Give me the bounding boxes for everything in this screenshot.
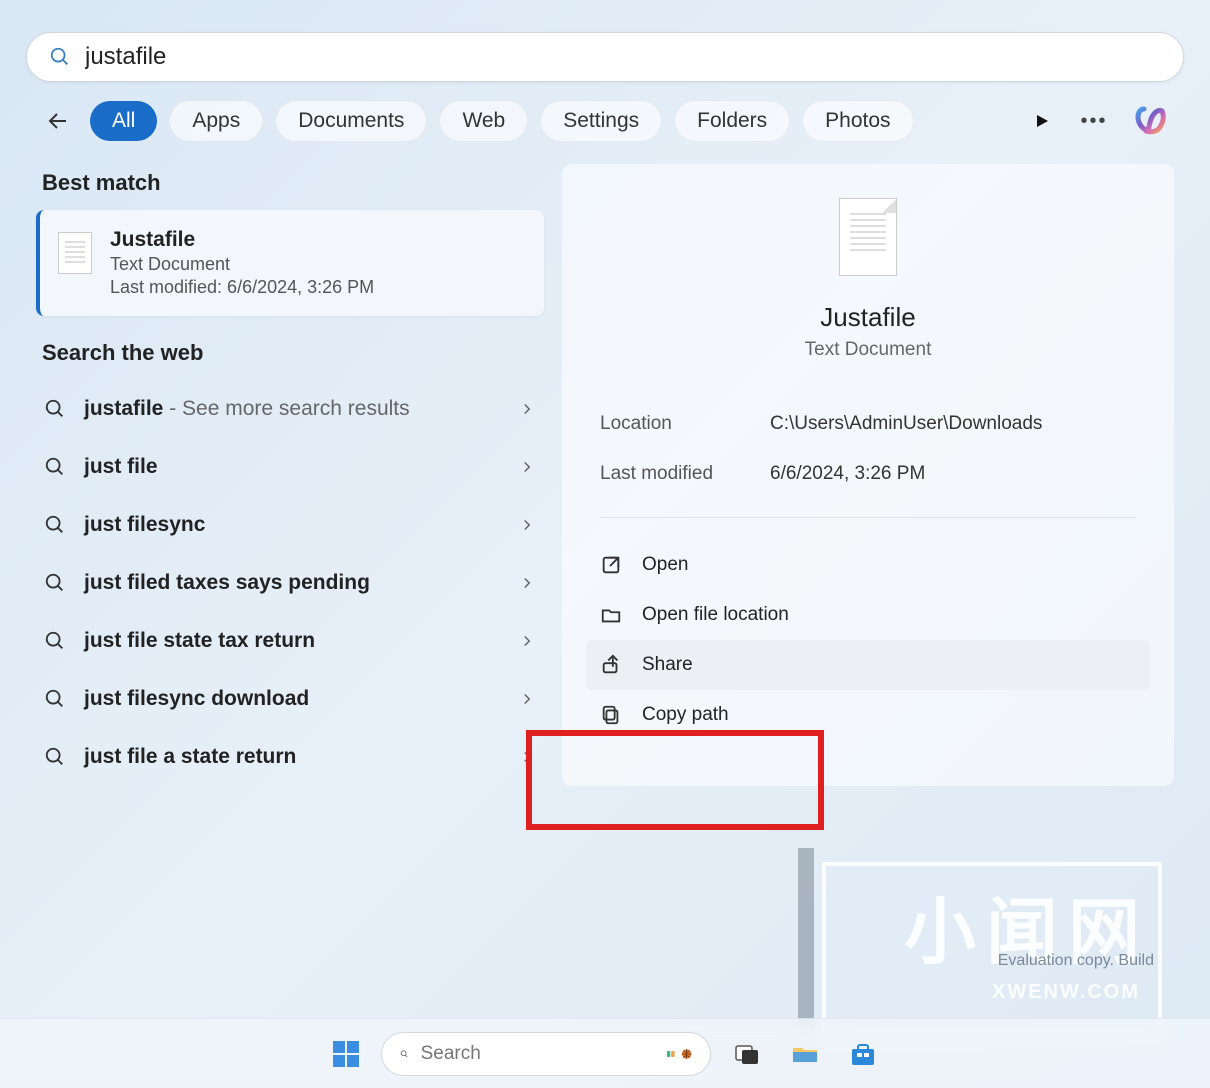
best-match-type: Text Document [110,254,374,275]
text-document-icon [58,232,92,274]
search-icon [44,572,66,594]
search-icon [44,514,66,536]
filter-photos[interactable]: Photos [802,100,913,142]
taskbar-search[interactable] [381,1032,711,1076]
web-results-list: justafile - See more search results just… [36,380,544,786]
preview-type: Text Document [562,339,1174,361]
preview-title: Justafile [562,302,1174,333]
chevron-right-icon [518,748,536,766]
filter-apps[interactable]: Apps [169,100,263,142]
chevron-right-icon [518,632,536,650]
modified-label: Last modified [600,463,770,485]
web-result-text: justafile - See more search results [84,397,518,421]
start-button[interactable] [325,1033,367,1075]
action-share[interactable]: Share [586,640,1150,690]
best-match-modified: Last modified: 6/6/2024, 3:26 PM [110,277,374,298]
windows-icon [331,1039,361,1069]
chevron-right-icon [518,574,536,592]
taskbar-search-input[interactable] [421,1043,666,1065]
search-icon [49,46,71,68]
taskbar [0,1018,1210,1088]
evaluation-copy-text: Evaluation copy. Build [998,952,1154,970]
web-result[interactable]: just filesync [36,496,544,554]
play-icon [1034,113,1050,129]
taskview-icon [733,1040,761,1068]
taskview-button[interactable] [725,1032,769,1076]
best-match-title: Justafile [110,228,374,252]
web-result-text: just file state tax return [84,629,518,653]
action-share-label: Share [642,654,693,676]
location-value: C:\Users\AdminUser\Downloads [770,413,1042,435]
open-icon [600,554,622,576]
web-result[interactable]: just filed taxes says pending [36,554,544,612]
share-icon [600,654,622,676]
copy-icon [600,704,622,726]
watermark-url: XWENW.COM [992,981,1140,1004]
web-result[interactable]: just file state tax return [36,612,544,670]
explorer-button[interactable] [783,1032,827,1076]
search-icon [400,1044,409,1064]
action-open-location-label: Open file location [642,604,789,626]
search-icon [44,456,66,478]
web-result-text: just filesync [84,513,518,537]
filter-row: All Apps Documents Web Settings Folders … [0,100,1210,142]
arrow-left-icon [46,109,70,133]
web-result[interactable]: just file [36,438,544,496]
store-button[interactable] [841,1032,885,1076]
folder-icon [600,604,622,626]
more-button[interactable]: ••• [1074,101,1114,141]
copilot-button[interactable] [1132,101,1172,141]
folder-icon [789,1038,821,1070]
web-result-text: just file a state return [84,745,518,769]
chevron-right-icon [518,516,536,534]
filter-web[interactable]: Web [439,100,528,142]
watermark-side [798,848,814,1028]
search-icon [44,398,66,420]
search-bar[interactable] [26,32,1184,82]
best-match-header: Best match [42,170,544,196]
store-icon [848,1039,878,1069]
action-copy-path[interactable]: Copy path [586,690,1150,740]
search-web-header: Search the web [42,340,544,366]
chevron-right-icon [518,400,536,418]
play-button[interactable] [1022,101,1062,141]
web-result[interactable]: justafile - See more search results [36,380,544,438]
search-icon [44,746,66,768]
modified-value: 6/6/2024, 3:26 PM [770,463,925,485]
taskbar-widget-icon [666,1041,677,1067]
basketball-icon [681,1041,692,1067]
web-result[interactable]: just filesync download [36,670,544,728]
back-button[interactable] [38,101,78,141]
location-label: Location [600,413,770,435]
filter-folders[interactable]: Folders [674,100,790,142]
search-icon [44,630,66,652]
chevron-right-icon [518,690,536,708]
copilot-icon [1134,103,1170,139]
web-result-text: just filesync download [84,687,518,711]
search-icon [44,688,66,710]
web-result[interactable]: just file a state return [36,728,544,786]
action-copy-path-label: Copy path [642,704,729,726]
action-open-label: Open [642,554,688,576]
preview-file-icon [839,198,897,276]
web-result-text: just filed taxes says pending [84,571,518,595]
preview-panel: Justafile Text Document Location C:\User… [562,164,1174,786]
best-match-result[interactable]: Justafile Text Document Last modified: 6… [36,210,544,316]
web-result-text: just file [84,455,518,479]
chevron-right-icon [518,458,536,476]
filter-settings[interactable]: Settings [540,100,662,142]
filter-all[interactable]: All [90,101,157,141]
filter-documents[interactable]: Documents [275,100,427,142]
search-input[interactable] [85,43,1161,71]
action-open[interactable]: Open [586,540,1150,590]
action-open-location[interactable]: Open file location [586,590,1150,640]
